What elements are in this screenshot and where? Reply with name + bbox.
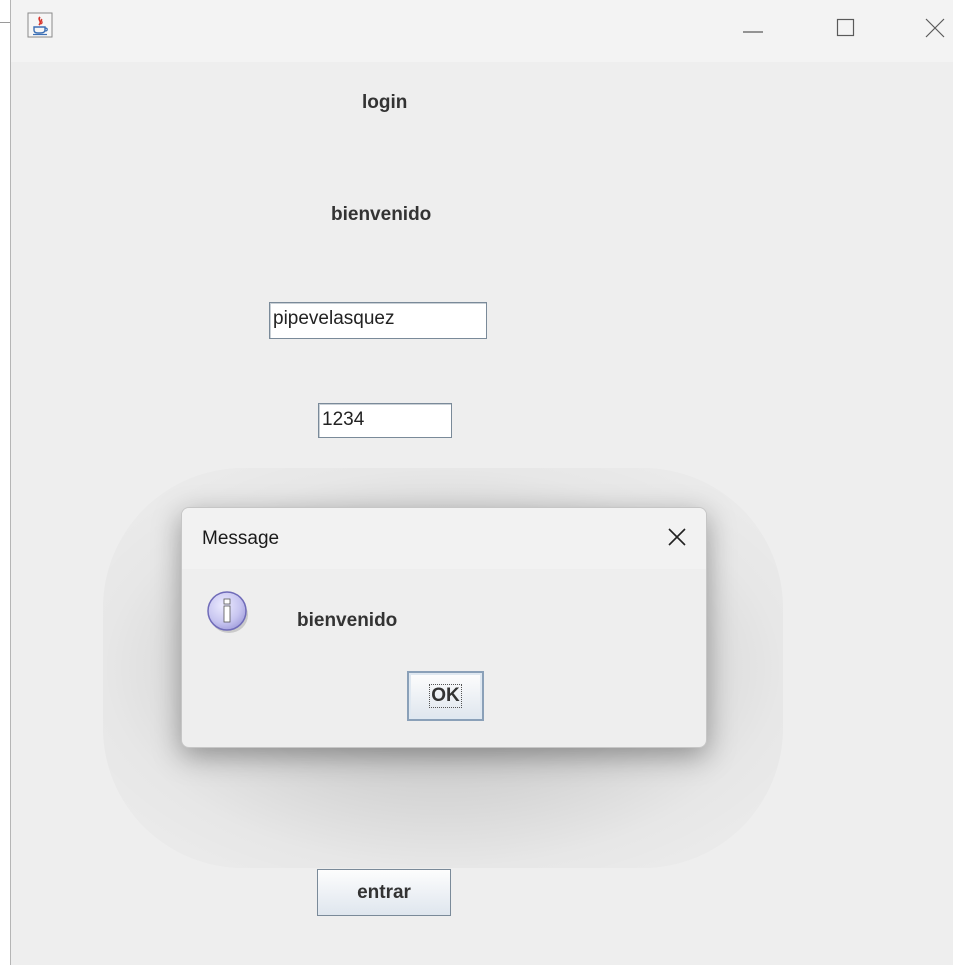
password-field[interactable]: 1234 [318, 403, 452, 438]
username-field[interactable]: pipevelasquez [269, 302, 487, 339]
ok-button[interactable]: OK [407, 671, 484, 721]
java-app-icon [27, 12, 53, 38]
message-dialog: Message bienvenido OK [181, 507, 707, 748]
dialog-message: bienvenido [297, 610, 398, 631]
dialog-titlebar: Message [182, 508, 706, 569]
enter-button[interactable]: entrar [317, 869, 451, 916]
ok-button-label: OK [429, 684, 462, 708]
dialog-title: Message [202, 528, 280, 549]
minimize-icon[interactable] [733, 8, 773, 48]
dialog-close-icon[interactable] [662, 522, 692, 552]
maximize-icon[interactable] [826, 8, 866, 48]
main-window: login bienvenido pipevelasquez 1234 Mess… [10, 0, 953, 965]
login-title-label: login [362, 92, 408, 113]
info-icon [207, 591, 248, 633]
welcome-label: bienvenido [331, 204, 432, 225]
window-titlebar [11, 0, 953, 62]
window-edge-tick [0, 22, 10, 23]
close-icon[interactable] [915, 8, 953, 48]
